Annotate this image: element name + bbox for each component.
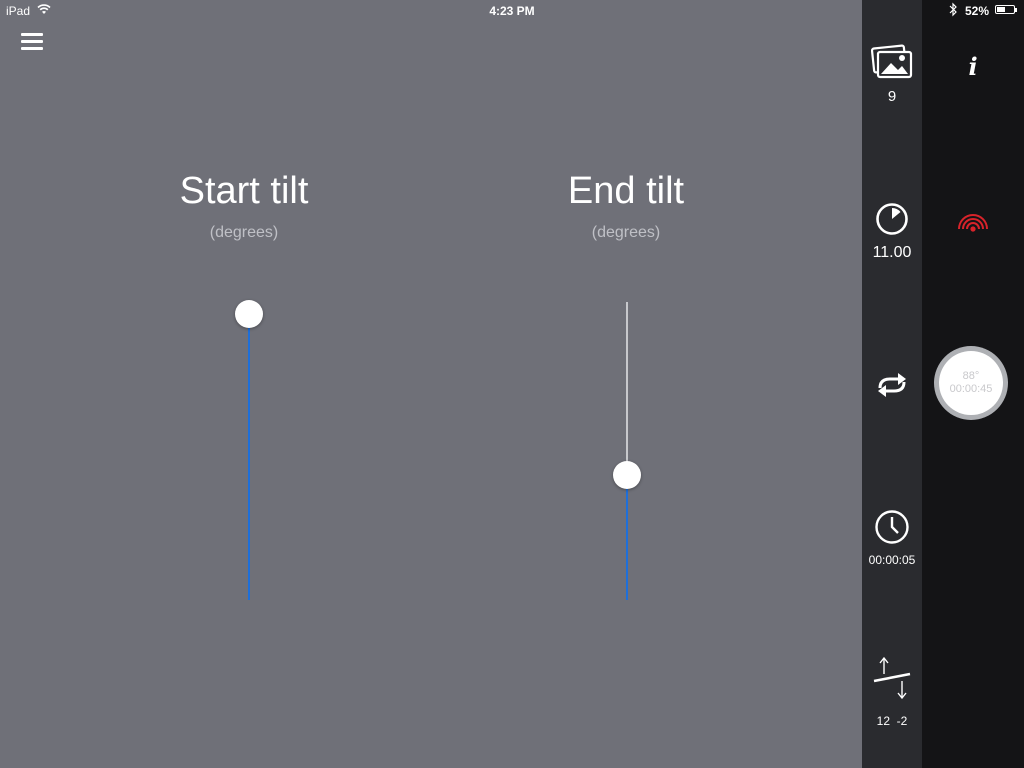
start-time: 00:00:45 xyxy=(949,383,993,395)
info-icon[interactable]: i xyxy=(961,52,985,81)
start-button[interactable]: 88° 00:00:45 xyxy=(934,346,1008,420)
photos-count: 9 xyxy=(887,88,897,105)
interval-value: 11.00 xyxy=(872,244,912,261)
start-angle: 88° xyxy=(962,370,980,382)
hamburger-icon[interactable] xyxy=(21,33,43,51)
battery-percent: 52% xyxy=(965,4,990,18)
bluetooth-icon xyxy=(949,2,957,17)
signal-icon[interactable] xyxy=(956,204,990,234)
photos-count-button[interactable]: 9 xyxy=(862,44,922,105)
battery-fill xyxy=(997,7,1005,12)
end-tilt-header: End tilt (degrees) xyxy=(476,168,776,242)
duration-button[interactable]: 00:00:05 xyxy=(862,509,922,567)
clock-icon xyxy=(875,510,909,544)
tilt-start-value: 12 xyxy=(876,714,890,728)
start-tilt-header: Start tilt (degrees) xyxy=(94,168,394,242)
status-bar: iPad 4:23 PM 52% xyxy=(0,0,1024,22)
battery-icon xyxy=(995,5,1017,14)
end-tilt-track-upper[interactable] xyxy=(626,302,628,475)
end-tilt-track-filled[interactable] xyxy=(626,474,628,600)
clock-time: 4:23 PM xyxy=(489,4,535,18)
start-button-face[interactable]: 88° 00:00:45 xyxy=(939,351,1003,415)
end-tilt-thumb[interactable] xyxy=(613,460,641,489)
start-tilt-title: Start tilt xyxy=(179,170,309,212)
tilt-end-value: -2 xyxy=(896,714,908,728)
tilt-range-button[interactable]: 12 -2 xyxy=(862,656,922,728)
duration-value: 00:00:05 xyxy=(868,553,916,567)
repeat-icon xyxy=(878,373,906,397)
loop-button[interactable] xyxy=(862,370,922,400)
photos-icon xyxy=(871,44,913,79)
start-tilt-unit: (degrees) xyxy=(209,224,279,241)
start-tilt-thumb[interactable] xyxy=(235,299,263,328)
end-tilt-unit: (degrees) xyxy=(591,224,661,241)
start-tilt-track-filled[interactable] xyxy=(248,313,250,600)
settings-sidebar: 9 11.00 00:00:05 12 -2 xyxy=(862,0,922,768)
timer-dial-icon xyxy=(876,203,908,235)
end-tilt-title: End tilt xyxy=(567,170,685,212)
tilt-arrows-icon xyxy=(873,656,911,700)
interval-button[interactable]: 11.00 xyxy=(862,202,922,262)
